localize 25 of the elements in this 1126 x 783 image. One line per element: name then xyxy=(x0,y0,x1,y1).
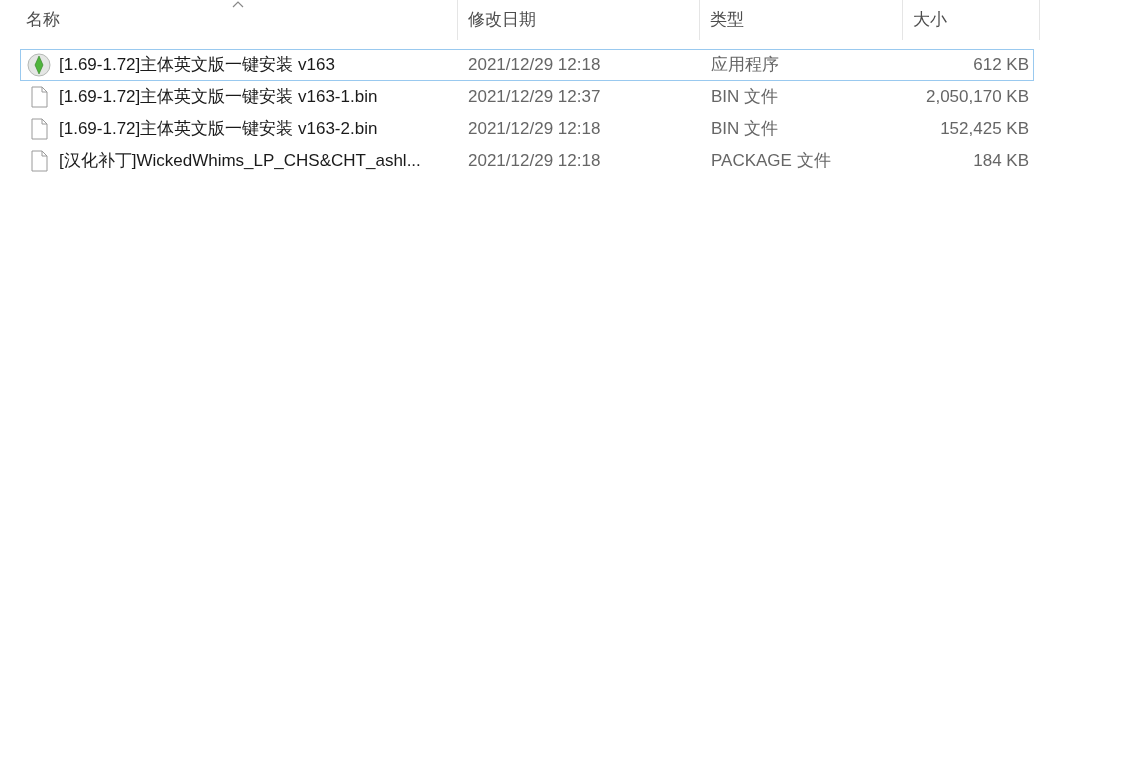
file-row[interactable]: [1.69-1.72]主体英文版一键安装 v163 2021/12/29 12:18 应用程序 612 KB xyxy=(20,49,1034,81)
file-row[interactable]: [1.69-1.72]主体英文版一键安装 v163-2.bin 2021/12/29 12:18 BIN 文件 152,425 KB xyxy=(20,113,1034,145)
column-header[interactable]: 修改日期 xyxy=(458,0,700,40)
file-name: [1.69-1.72]主体英文版一键安装 v163-2.bin xyxy=(59,118,378,141)
file-name: [1.69-1.72]主体英文版一键安装 v163-1.bin xyxy=(59,86,378,109)
file-size: 2,050,170 KB xyxy=(924,86,1029,109)
modified-date: 2021/12/29 12:18 xyxy=(467,150,602,173)
file-name: [1.69-1.72]主体英文版一键安装 v163 xyxy=(59,54,335,77)
modified-date: 2021/12/29 12:18 xyxy=(467,54,602,77)
file-size: 184 KB xyxy=(972,150,1029,173)
column-header[interactable]: 大小 xyxy=(903,0,1040,40)
file-name: [汉化补丁]WickedWhims_LP_CHS&CHT_ashl... xyxy=(59,150,421,173)
file-type: BIN 文件 xyxy=(710,118,780,141)
modified-date: 2021/12/29 12:37 xyxy=(467,86,602,109)
diamond-orb-icon xyxy=(27,53,51,77)
file-size: 152,425 KB xyxy=(939,118,1029,141)
column-header[interactable]: 名称 xyxy=(0,0,458,40)
file-row[interactable]: [汉化补丁]WickedWhims_LP_CHS&CHT_ashl... 2021/12/29 12:18 PACKAGE 文件 184 KB xyxy=(20,145,1034,177)
file-type: BIN 文件 xyxy=(710,86,780,109)
modified-date: 2021/12/29 12:18 xyxy=(467,118,602,141)
file-type: PACKAGE 文件 xyxy=(710,150,832,173)
file-size: 612 KB xyxy=(972,54,1029,77)
file-type: 应用程序 xyxy=(710,54,780,77)
file-row[interactable]: [1.69-1.72]主体英文版一键安装 v163-1.bin 2021/12/29 12:37 BIN 文件 2,050,170 KB xyxy=(20,81,1034,113)
column-header[interactable]: 类型 xyxy=(700,0,903,40)
